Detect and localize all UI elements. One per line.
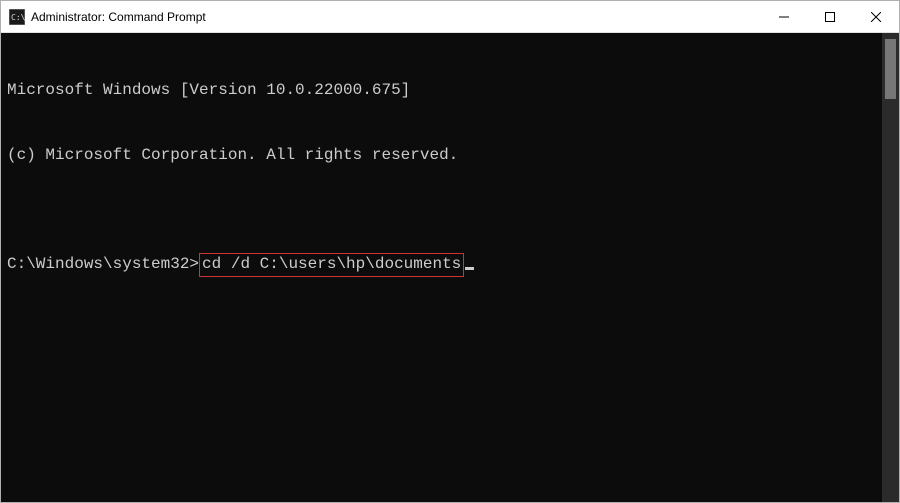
scrollbar-thumb[interactable] [885, 39, 896, 99]
window-controls [761, 1, 899, 32]
vertical-scrollbar[interactable] [882, 33, 899, 502]
close-button[interactable] [853, 1, 899, 33]
maximize-button[interactable] [807, 1, 853, 33]
window-title: Administrator: Command Prompt [31, 10, 206, 24]
output-line: Microsoft Windows [Version 10.0.22000.67… [7, 80, 876, 102]
terminal-content[interactable]: Microsoft Windows [Version 10.0.22000.67… [1, 33, 882, 502]
terminal-area[interactable]: Microsoft Windows [Version 10.0.22000.67… [1, 33, 899, 502]
output-line: (c) Microsoft Corporation. All rights re… [7, 145, 876, 167]
minimize-button[interactable] [761, 1, 807, 33]
cmd-icon: C:\ [9, 9, 25, 25]
svg-text:C:\: C:\ [11, 13, 25, 22]
app-window: C:\ Administrator: Command Prompt Micros… [0, 0, 900, 503]
command-input-highlight[interactable]: cd /d C:\users\hp\documents [199, 253, 464, 277]
prompt-line: C:\Windows\system32>cd /d C:\users\hp\do… [7, 253, 876, 277]
text-cursor [465, 267, 474, 270]
prompt-path: C:\Windows\system32> [7, 254, 199, 276]
titlebar[interactable]: C:\ Administrator: Command Prompt [1, 1, 899, 33]
